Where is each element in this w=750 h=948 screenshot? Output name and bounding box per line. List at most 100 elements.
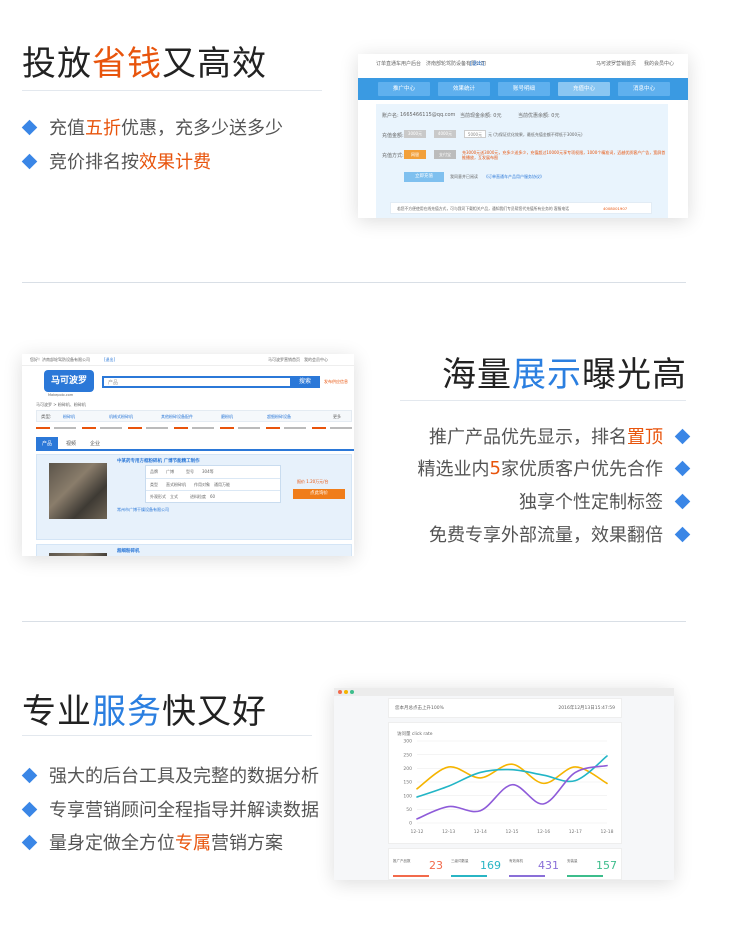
product-title[interactable]: 超细粉碎机	[117, 548, 140, 554]
section-exposure: 您好！济南部轮驾防设备有限公司 [退出] 马可波罗营销首页 我的会员中心 马可波…	[0, 283, 750, 621]
tab-companies[interactable]: 企业	[84, 437, 106, 451]
series-line-2	[416, 764, 608, 820]
recharge-form: 账户名: 1665466115@qq.com 当前现金余额: 0元 当前优惠余额…	[376, 104, 668, 218]
product-thumbnail[interactable]	[49, 553, 107, 556]
method-label: 充值方式:	[382, 153, 404, 159]
section2-bullet-4: 免费专享外部流量，效果翻倍	[429, 521, 691, 547]
diamond-icon	[674, 460, 691, 476]
section1-bullet-1: 充值 五折 优惠，充多少送多少	[21, 114, 283, 140]
amount-option-3000[interactable]: 3000元	[404, 130, 426, 138]
product-thumbnail[interactable]	[49, 463, 107, 519]
tab-recharge[interactable]: 充值中心	[558, 82, 610, 96]
bonus-balance: 当前优惠余额: 0元	[518, 113, 560, 119]
search-button[interactable]: 搜索	[290, 376, 320, 388]
search-input[interactable]: 产品	[102, 376, 292, 388]
analytics-dashboard-screenshot: 您本月总点击上升100% 2016年12月13日15:47:59 访问量 cli…	[334, 688, 674, 880]
filter-item[interactable]: 超细粉碎设备	[267, 414, 291, 420]
account-value: 1665466115@qq.com	[400, 112, 456, 118]
section1-title-rule	[22, 90, 322, 91]
footer-text: 若您不方便使用在线充值方式，可与我司下载相关产品，通知我们专员帮您代充值所有业务…	[397, 206, 570, 211]
amount-option-4000[interactable]: 4000元	[434, 130, 456, 138]
logout-link[interactable]: [退出]	[470, 60, 484, 67]
diamond-icon	[21, 801, 38, 817]
summary-text: 您本月总点击上升100%	[395, 706, 444, 711]
filter-item[interactable]: 其他粉碎设备配件	[161, 414, 193, 420]
section3-title-rule	[22, 735, 312, 736]
filter-label: 类型:	[41, 415, 52, 420]
breadcrumb: 马可波罗 > 粉碎机、粉碎机	[36, 402, 86, 407]
section2-title-rule	[400, 400, 686, 401]
y-tick-label: 200	[403, 766, 412, 772]
diamond-icon	[21, 119, 38, 135]
tab-videos[interactable]: 视频	[60, 437, 82, 451]
topbar-links[interactable]: 马可波罗营销首页 我的会员中心	[268, 357, 328, 363]
filter-item[interactable]: 机械式粉碎机	[109, 414, 133, 420]
tab-promotion[interactable]: 推广中心	[378, 82, 430, 96]
y-tick-label: 250	[403, 752, 412, 758]
tab-messages[interactable]: 消息中心	[618, 82, 670, 96]
marketing-home-link[interactable]: 马可波罗营销首页	[596, 60, 636, 67]
browser-bar	[334, 688, 674, 696]
section3-bullet-1: 强大的后台工具及完整的数据分析	[21, 762, 319, 788]
amount-input[interactable]: 5000元	[464, 130, 486, 138]
y-tick-label: 0	[409, 821, 412, 827]
y-tick-label: 100	[403, 793, 412, 799]
amount-hint: 元 (为保证优化效果，最低充值金额不得低于3000元)	[488, 132, 583, 137]
result-item-2[interactable]: 超细粉碎机	[36, 544, 352, 556]
product-title[interactable]: 中某药专用方框粉碎机 广博节能精工制作	[117, 458, 200, 464]
price: 报价 1.20万元/台	[297, 479, 329, 484]
section-save-money: 投放省钱又高效 充值 五折 优惠，充多少送多少 竞价排名按 效果计费 订单直通车用户后…	[0, 0, 750, 282]
tab-stats[interactable]: 效果统计	[438, 82, 490, 96]
stat-leads: 有效商机 431	[507, 855, 561, 879]
stat-products: 推广产品数 23	[391, 855, 445, 879]
result-item-1[interactable]: 中某药专用方框粉碎机 广博节能精工制作 品牌 广博 型号 304等 类型 直式粉…	[36, 454, 352, 540]
makepolo-logo: 马可波罗	[44, 370, 94, 392]
topbar-company: 您好！济南部轮驾防设备有限公司	[30, 357, 90, 362]
footer-phone: 4008001907	[603, 206, 628, 211]
y-tick-label: 300	[403, 739, 412, 745]
y-tick-label: 50	[406, 807, 412, 813]
account-label: 账户名:	[382, 113, 399, 119]
recharge-center-screenshot: 订单直通车用户后台 济南部轮驾防设备有限公司 [退出] 马可波罗营销首页 我的会…	[358, 54, 688, 218]
screenshot-topbar: 您好！济南部轮驾防设备有限公司 [退出] 马可波罗营销首页 我的会员中心	[22, 354, 354, 366]
summary-header: 您本月总点击上升100% 2016年12月13日15:47:59	[388, 698, 622, 718]
member-center-link[interactable]: 我的会员中心	[644, 60, 674, 67]
method-alipay[interactable]: 支付宝	[434, 150, 456, 159]
keyword-tags	[36, 424, 352, 433]
agree-text: 我同意并已阅读	[450, 174, 478, 179]
section2-title: 海量展示曝光高	[442, 355, 687, 395]
tab-products[interactable]: 产品	[36, 437, 58, 451]
section2-bullet-2: 精选业内 5 家优质客户优先合作	[418, 455, 691, 481]
filter-more[interactable]: 更多	[333, 414, 341, 420]
inquire-button[interactable]: 点此询价	[293, 489, 345, 499]
method-bank[interactable]: 网银	[404, 150, 426, 159]
footer-note: 若您不方便使用在线充值方式，可与我司下载相关产品，通知我们专员帮您代充值所有业务…	[390, 202, 652, 214]
result-tabs: 产品 视频 企业	[36, 437, 354, 451]
diamond-icon	[21, 767, 38, 783]
y-tick-label: 150	[403, 780, 412, 786]
search-results-screenshot: 您好！济南部轮驾防设备有限公司 [退出] 马可波罗营销首页 我的会员中心 马可波…	[22, 354, 354, 556]
diamond-icon	[674, 526, 691, 542]
logout-link[interactable]: [退出]	[104, 357, 115, 363]
section2-bullet-3: 独享个性定制标签	[519, 488, 691, 514]
series-line-1	[416, 755, 608, 798]
category-filter: 类型: 粉碎机 机械式粉碎机 其他粉碎设备配件 磨粉机 超细粉碎设备 更多	[36, 410, 352, 422]
x-tick-label: 12-18	[600, 829, 613, 835]
publish-link[interactable]: 发布供应信息	[324, 379, 348, 385]
section-service: 专业服务快又好 强大的后台工具及完整的数据分析 专享营销顾问全程指导并解读数据 …	[0, 622, 750, 948]
stat-keywords: 三级词数量 169	[449, 855, 503, 879]
screenshot-topbar: 订单直通车用户后台 济南部轮驾防设备有限公司 [退出] 马可波罗营销首页 我的会…	[358, 54, 688, 80]
recharge-now-button[interactable]: 立即充值	[404, 172, 444, 182]
x-tick-label: 12-16	[537, 829, 550, 835]
stats-panel: 推广产品数 23 三级词数量 169 有效商机 431 安装量 157	[388, 848, 622, 880]
diamond-icon	[674, 493, 691, 509]
filter-item[interactable]: 磨粉机	[221, 414, 233, 420]
filter-item[interactable]: 粉碎机	[63, 414, 75, 420]
section2-bullet-1: 推广产品优先显示，排名 置顶	[429, 423, 691, 449]
company-link[interactable]: 常州市广博干燥设备有限公司	[117, 507, 169, 513]
amount-label: 充值金额:	[382, 133, 404, 139]
tab-account[interactable]: 账号明细	[498, 82, 550, 96]
section3-bullet-3: 量身定做全方位 专属 营销方案	[21, 829, 283, 855]
cash-balance: 当前现金余额: 0元	[460, 113, 502, 119]
agreement-link[interactable]: 《订单直通车产品用户服务协议》	[484, 174, 544, 180]
